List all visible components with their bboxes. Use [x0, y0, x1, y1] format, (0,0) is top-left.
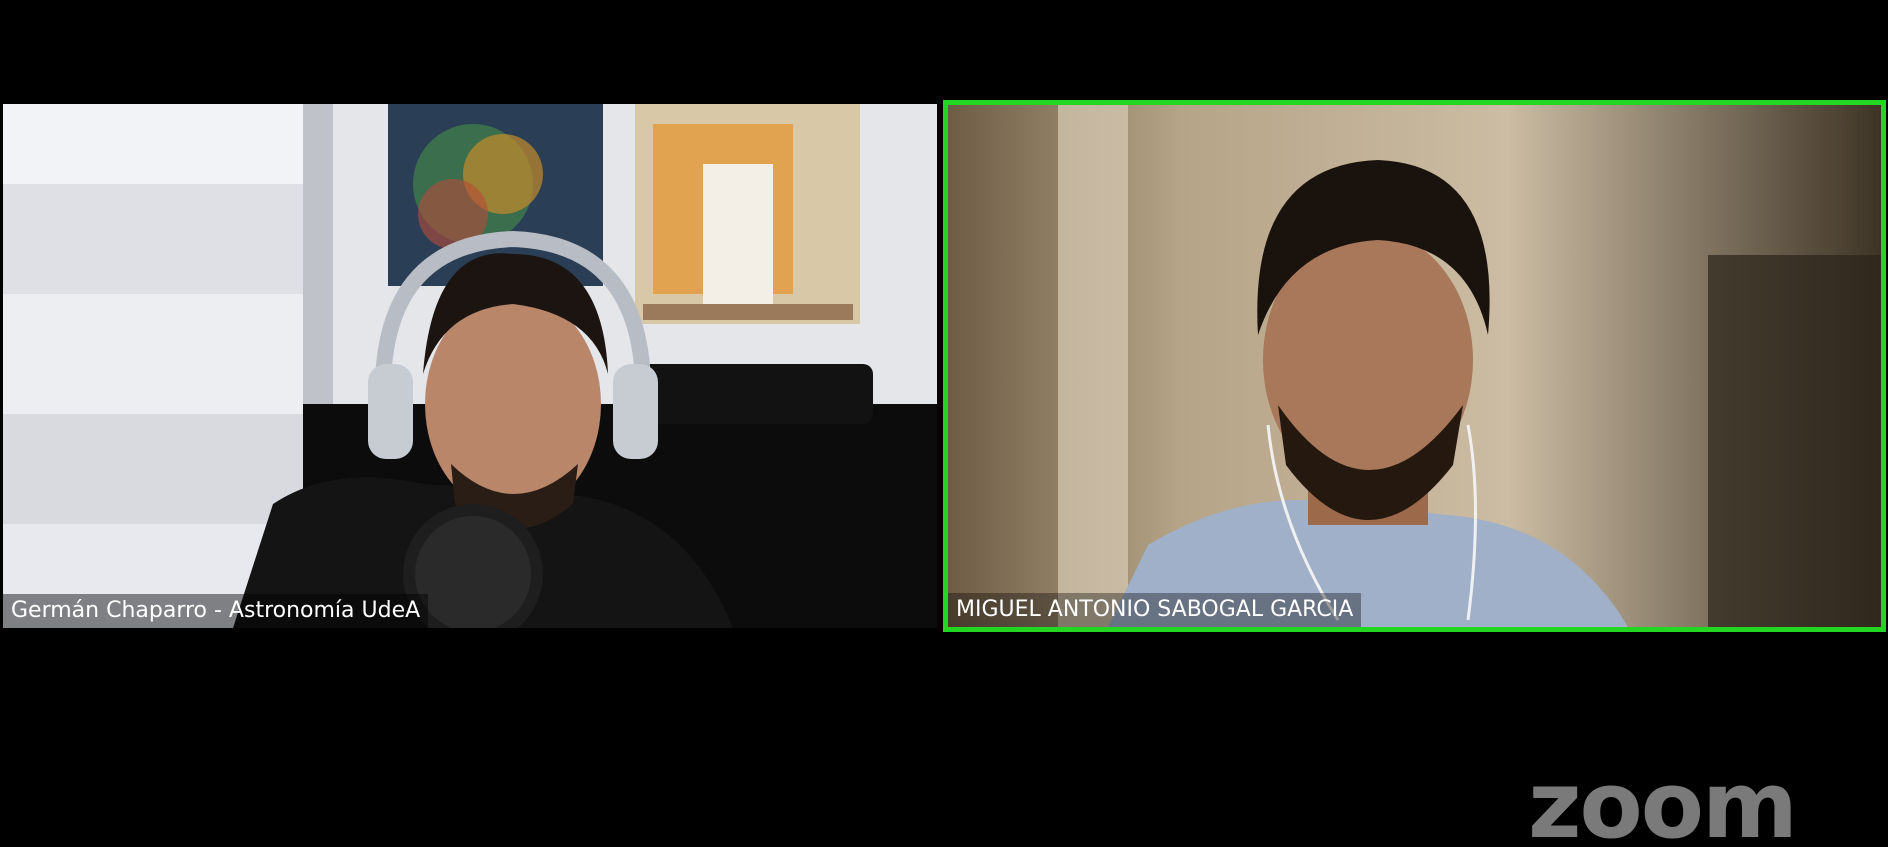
participant-name-label: MIGUEL ANTONIO SABOGAL GARCIA: [948, 593, 1362, 627]
participant-video-miguel: [948, 105, 1881, 627]
participant-name-label: Germán Chaparro - Astronomía UdeA: [3, 594, 429, 628]
participant-tile-german[interactable]: Germán Chaparro - Astronomía UdeA: [3, 104, 937, 628]
zoom-logo: zoom: [1528, 752, 1798, 847]
meeting-gallery-view: Germán Chaparro - Astronomía UdeA MIGUEL…: [0, 0, 1888, 847]
participant-tile-miguel[interactable]: MIGUEL ANTONIO SABOGAL GARCIA: [943, 100, 1886, 632]
participant-video-german: [3, 104, 937, 628]
